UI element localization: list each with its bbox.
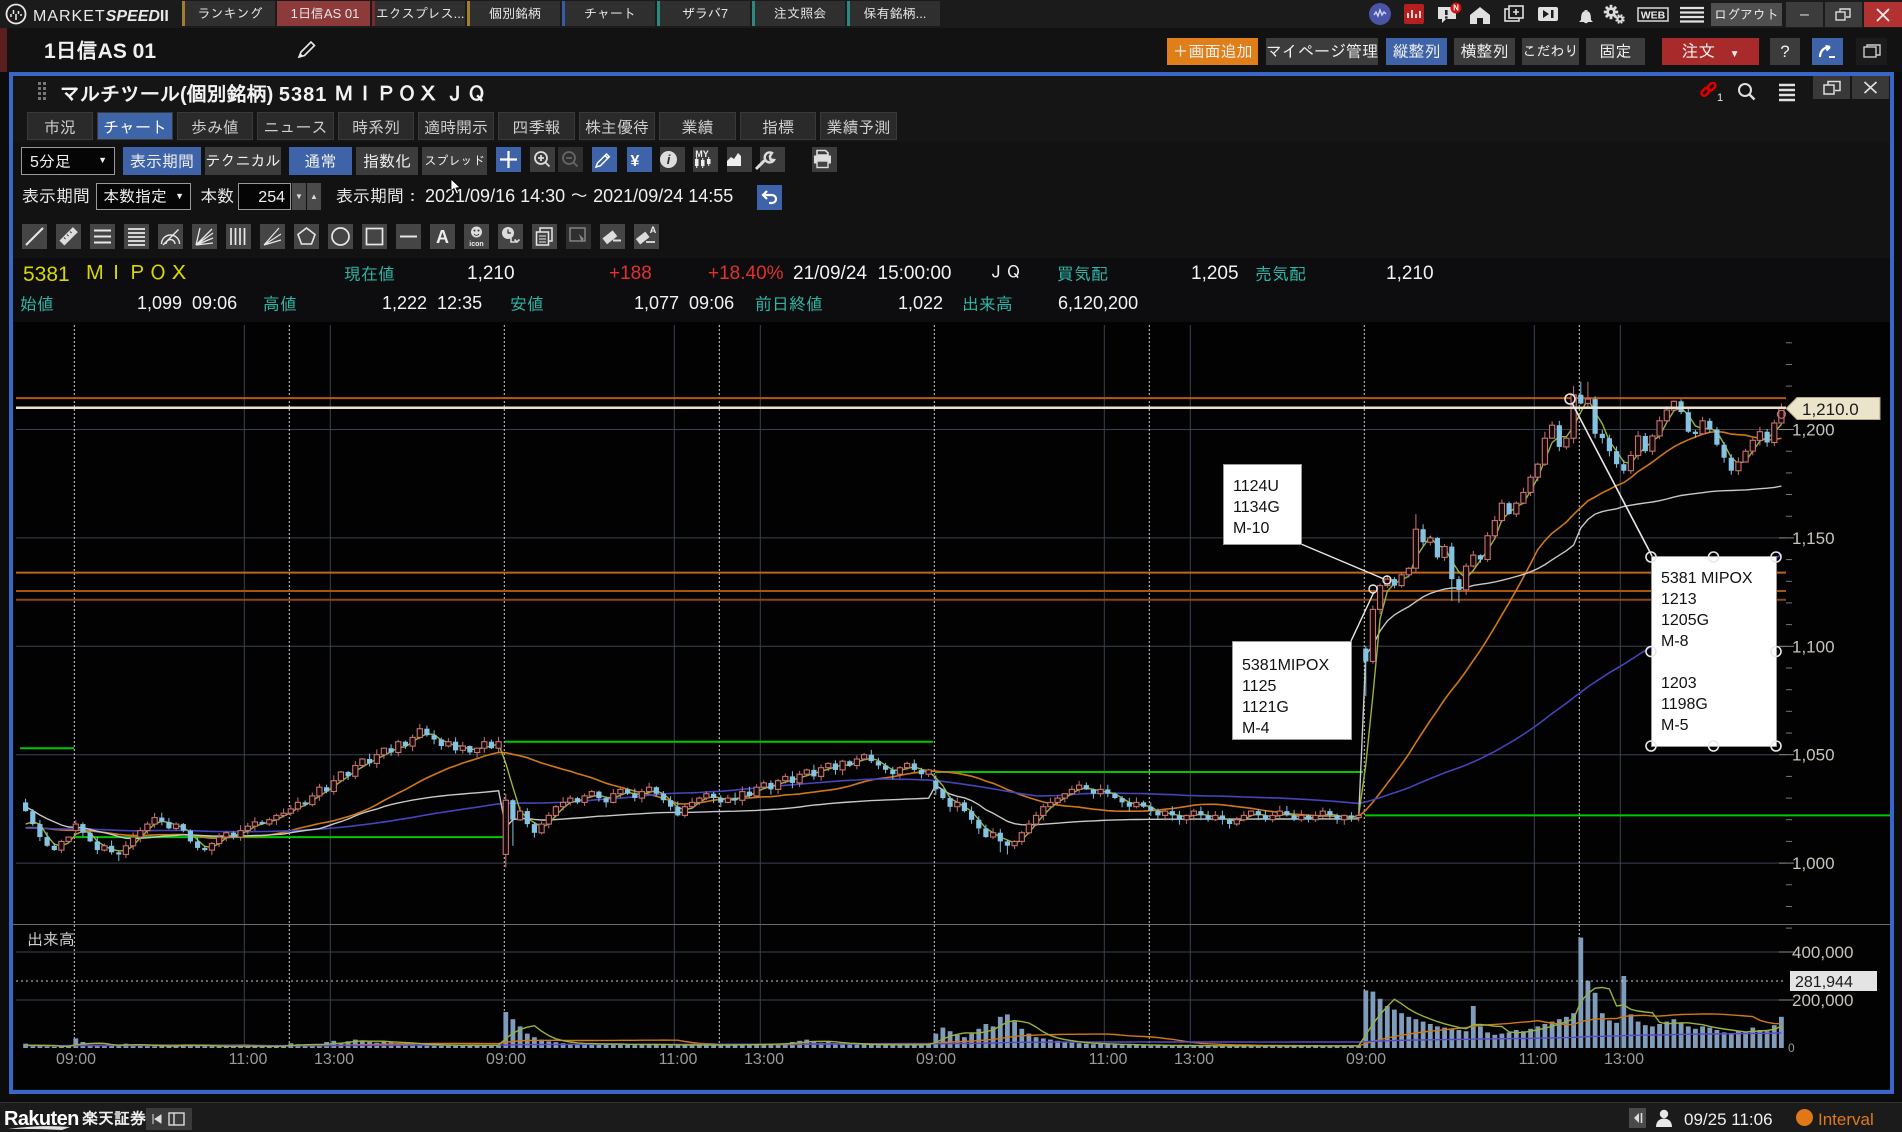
svg-text:1,200: 1,200 [1792, 422, 1835, 439]
svg-text:11:00: 11:00 [229, 1050, 268, 1066]
svg-text:09:00: 09:00 [1346, 1050, 1386, 1066]
svg-text:09:00: 09:00 [486, 1050, 526, 1066]
svg-text:200,000: 200,000 [1792, 992, 1853, 1009]
svg-text:13:00: 13:00 [314, 1050, 354, 1066]
svg-text:1,210.0: 1,210.0 [1802, 401, 1859, 418]
svg-text:11:00: 11:00 [1519, 1050, 1558, 1066]
svg-text:1,050: 1,050 [1792, 747, 1835, 764]
svg-text:281,944: 281,944 [1795, 973, 1853, 989]
svg-text:400,000: 400,000 [1792, 944, 1853, 961]
svg-text:13:00: 13:00 [744, 1050, 784, 1066]
svg-text:09:00: 09:00 [916, 1050, 956, 1066]
svg-text:09:00: 09:00 [56, 1050, 96, 1066]
svg-text:11:00: 11:00 [659, 1050, 698, 1066]
svg-text:0: 0 [1788, 1042, 1795, 1054]
svg-text:1,150: 1,150 [1792, 530, 1835, 547]
svg-text:11:00: 11:00 [1089, 1050, 1128, 1066]
svg-text:13:00: 13:00 [1174, 1050, 1214, 1066]
svg-text:1,000: 1,000 [1792, 855, 1835, 872]
svg-text:13:00: 13:00 [1604, 1050, 1644, 1066]
svg-text:1,100: 1,100 [1792, 638, 1835, 655]
